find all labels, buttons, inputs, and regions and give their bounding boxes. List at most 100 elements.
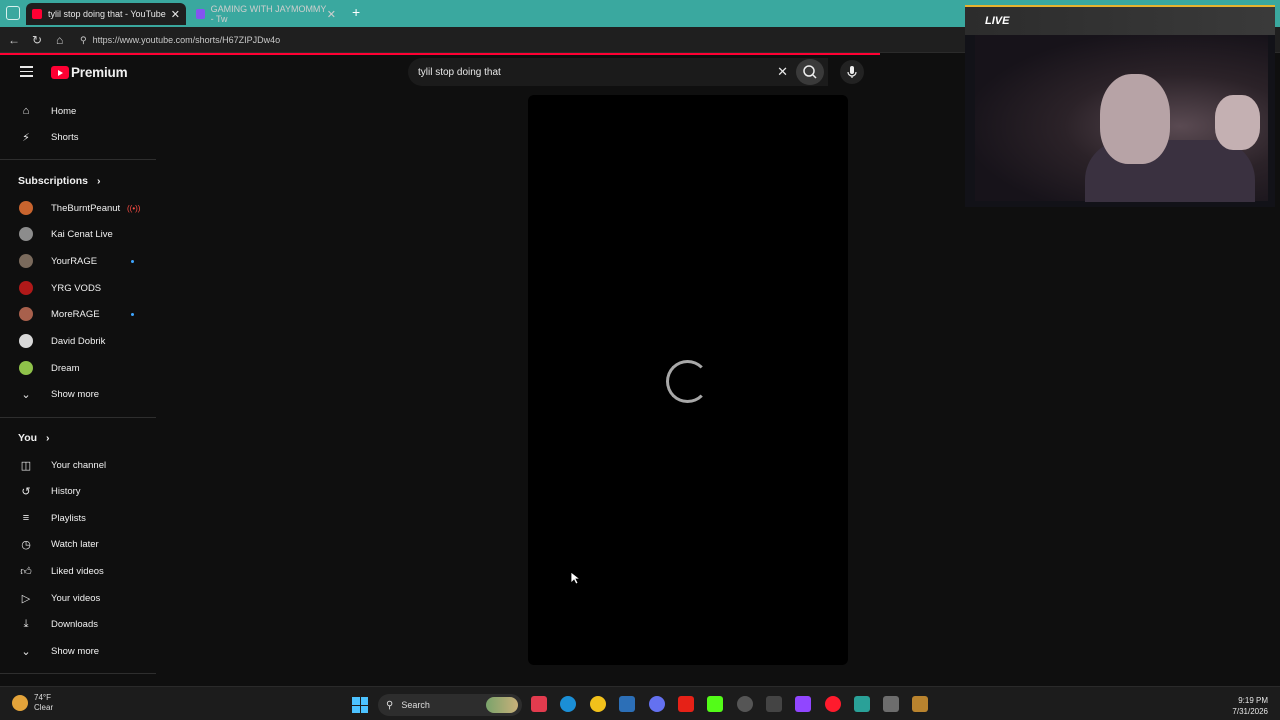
weather-icon bbox=[12, 695, 28, 711]
sidebar-item-label: Your channel bbox=[51, 459, 107, 471]
taskbar-search[interactable]: ⚲ Search bbox=[378, 694, 522, 716]
app-icon[interactable] bbox=[912, 696, 928, 712]
home-icon[interactable]: ⌂ bbox=[56, 33, 63, 47]
sidebar-item-channel[interactable]: Dream bbox=[0, 355, 156, 381]
search-box[interactable]: tylil stop doing that ✕ bbox=[408, 58, 828, 86]
divider bbox=[0, 159, 156, 160]
workspaces-icon[interactable] bbox=[6, 6, 20, 20]
avatar bbox=[19, 334, 33, 348]
sidebar: ⌂ Home ⚡ Shorts Subscriptions › TheBurnt… bbox=[0, 95, 156, 680]
sidebar-item-channel[interactable]: Kai Cenat Live bbox=[0, 221, 156, 247]
you-show-more[interactable]: ⌄ Show more bbox=[0, 638, 156, 664]
microphone-icon bbox=[847, 66, 857, 78]
sidebar-item-channel[interactable]: TheBurntPeanut ((•)) bbox=[0, 195, 156, 221]
channel-name: YourRAGE bbox=[51, 255, 98, 267]
tab-title: GAMING WITH JAYMOMMY - Tw bbox=[210, 4, 327, 24]
obs-icon[interactable] bbox=[737, 696, 753, 712]
clear-search-icon[interactable]: ✕ bbox=[777, 64, 788, 80]
subscriptions-heading-label: Subscriptions bbox=[18, 175, 89, 187]
youtube-logo[interactable]: Premium bbox=[51, 65, 128, 80]
search-highlight-image bbox=[486, 697, 518, 713]
sidebar-item-your-videos[interactable]: ▷ Your videos bbox=[0, 585, 156, 611]
you-heading[interactable]: You › bbox=[18, 432, 49, 444]
close-tab-icon[interactable]: ✕ bbox=[327, 8, 336, 21]
home-icon: ⌂ bbox=[22, 105, 30, 117]
channel-name: MoreRAGE bbox=[51, 308, 100, 320]
system-clock[interactable]: 9:19 PM 7/31/2026 bbox=[1232, 695, 1268, 717]
kick-icon[interactable] bbox=[707, 696, 723, 712]
avatar bbox=[19, 254, 33, 268]
history-icon: ↺ bbox=[21, 485, 31, 498]
video-icon: ▷ bbox=[21, 592, 31, 605]
sidebar-item-playlists[interactable]: ≡ Playlists bbox=[0, 505, 156, 531]
sidebar-item-downloads[interactable]: ⤓ Downloads bbox=[0, 611, 156, 637]
twitch-icon[interactable] bbox=[795, 696, 811, 712]
channel-name: TheBurntPeanut bbox=[51, 202, 121, 214]
search-input[interactable]: tylil stop doing that bbox=[418, 67, 501, 78]
divider bbox=[0, 417, 156, 418]
search-button[interactable] bbox=[796, 59, 824, 85]
sidebar-item-shorts[interactable]: ⚡ Shorts bbox=[0, 124, 156, 150]
store-icon[interactable] bbox=[619, 696, 635, 712]
new-tab-icon[interactable]: + bbox=[352, 4, 360, 20]
address-bar[interactable]: ⚲ https://www.youtube.com/shorts/H67ZIPJ… bbox=[80, 31, 980, 49]
back-icon[interactable]: ← bbox=[8, 33, 20, 47]
shorts-icon: ⚡ bbox=[22, 131, 30, 144]
sidebar-item-your-channel[interactable]: ◫ Your channel bbox=[0, 452, 156, 478]
sidebar-item-label: Liked videos bbox=[51, 565, 104, 577]
sidebar-item-history[interactable]: ↺ History bbox=[0, 478, 156, 504]
channel-name: Dream bbox=[51, 362, 80, 374]
weather-widget[interactable]: 74°F Clear bbox=[12, 693, 53, 713]
sidebar-item-channel[interactable]: David Dobrik bbox=[0, 328, 156, 354]
sidebar-item-channel[interactable]: YourRAGE bbox=[0, 248, 156, 274]
edge-browser-icon[interactable] bbox=[560, 696, 576, 712]
chrome-icon[interactable] bbox=[590, 696, 606, 712]
youtube-app-icon[interactable] bbox=[678, 696, 694, 712]
subscriptions-heading[interactable]: Subscriptions › bbox=[18, 175, 100, 187]
streamer-face bbox=[1100, 74, 1170, 164]
taskbar-search-label: Search bbox=[401, 700, 430, 710]
avatar bbox=[19, 281, 33, 295]
sidebar-item-channel[interactable]: YRG VODS bbox=[0, 275, 156, 301]
app-icon[interactable] bbox=[766, 696, 782, 712]
new-content-dot bbox=[131, 259, 134, 263]
mouse-cursor-icon bbox=[570, 571, 580, 585]
site-info-icon[interactable]: ⚲ bbox=[80, 35, 87, 46]
app-icon[interactable] bbox=[883, 696, 899, 712]
weather-temp: 74°F bbox=[34, 693, 51, 702]
channel-name: David Dobrik bbox=[51, 335, 106, 347]
url-text: https://www.youtube.com/shorts/H67ZIPJDw… bbox=[92, 35, 281, 45]
new-content-dot bbox=[131, 312, 134, 316]
user-square-icon: ◫ bbox=[20, 459, 32, 472]
tab-twitch[interactable]: GAMING WITH JAYMOMMY - Tw ✕ bbox=[190, 3, 342, 25]
menu-icon[interactable] bbox=[20, 66, 33, 77]
music-app-icon[interactable] bbox=[531, 696, 547, 712]
opera-gx-icon[interactable] bbox=[825, 696, 841, 712]
tab-youtube[interactable]: tylil stop doing that - YouTube ✕ bbox=[26, 3, 186, 25]
sidebar-item-label: Watch later bbox=[51, 538, 99, 550]
subscriptions-show-more[interactable]: ⌄ Show more bbox=[0, 381, 156, 407]
clock-icon: ◷ bbox=[21, 538, 31, 551]
clock-time: 9:19 PM bbox=[1238, 696, 1268, 705]
discord-icon[interactable] bbox=[649, 696, 665, 712]
sidebar-item-label: Shorts bbox=[51, 131, 79, 143]
avatar bbox=[19, 227, 33, 241]
start-icon[interactable] bbox=[352, 697, 368, 713]
sidebar-item-liked-videos[interactable]: 👍︎ Liked videos bbox=[0, 558, 156, 584]
voice-search-button[interactable] bbox=[840, 60, 864, 84]
sidebar-item-watch-later[interactable]: ◷ Watch later bbox=[0, 531, 156, 557]
taskbar: 74°F Clear ⚲ Search 9:19 PM 7/31/2026 bbox=[0, 686, 1280, 720]
app-icon[interactable] bbox=[854, 696, 870, 712]
close-tab-icon[interactable]: ✕ bbox=[171, 8, 180, 21]
playlist-icon: ≡ bbox=[22, 512, 30, 524]
chevron-down-icon: ⌄ bbox=[21, 645, 31, 658]
refresh-icon[interactable]: ↻ bbox=[32, 33, 42, 47]
weather-desc: Clear bbox=[34, 703, 54, 712]
sidebar-item-channel[interactable]: MoreRAGE bbox=[0, 301, 156, 327]
sidebar-item-label: Playlists bbox=[51, 512, 86, 524]
chevron-down-icon: ⌄ bbox=[21, 388, 31, 401]
channel-name: Kai Cenat Live bbox=[51, 228, 113, 240]
chevron-right-icon: › bbox=[45, 432, 50, 444]
youtube-play-icon bbox=[51, 66, 69, 79]
sidebar-item-home[interactable]: ⌂ Home bbox=[0, 98, 156, 124]
